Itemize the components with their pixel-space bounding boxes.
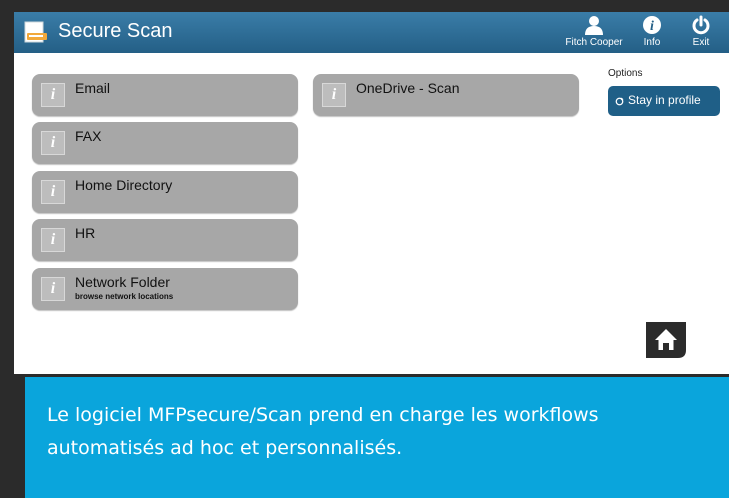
- workflow-label: Email: [75, 80, 111, 96]
- info-badge-icon[interactable]: i: [41, 83, 65, 107]
- workflow-hr[interactable]: i HR: [32, 219, 298, 261]
- caption-text: Le logiciel MFPsecure/Scan prend en char…: [47, 404, 599, 459]
- device-frame: Secure Scan Fitch Cooper i Info Exit i E…: [0, 0, 729, 498]
- svg-text:i: i: [650, 19, 654, 34]
- workflow-label: FAX: [75, 128, 102, 144]
- workflow-label: HR: [75, 225, 96, 241]
- workflow-label: OneDrive - Scan: [356, 80, 460, 96]
- app-title: Secure Scan: [58, 20, 173, 42]
- info-icon: i: [643, 16, 661, 34]
- user-button[interactable]: Fitch Cooper: [564, 15, 624, 51]
- touch-screen: Secure Scan Fitch Cooper i Info Exit i E…: [14, 12, 729, 374]
- workflow-email[interactable]: i Email: [32, 74, 298, 116]
- title-bar: Secure Scan Fitch Cooper i Info Exit: [14, 12, 729, 53]
- workflow-network-folder[interactable]: i Network Folder browse network location…: [32, 268, 298, 310]
- info-badge-icon[interactable]: i: [322, 83, 346, 107]
- exit-label: Exit: [692, 37, 710, 48]
- workflow-label: Network Folder: [75, 274, 170, 290]
- workflow-label: Home Directory: [75, 177, 173, 193]
- info-badge-icon[interactable]: i: [41, 228, 65, 252]
- power-icon: [692, 15, 710, 35]
- workflow-sublabel: browse network locations: [75, 292, 174, 301]
- exit-button[interactable]: Exit: [686, 15, 716, 51]
- info-badge-icon[interactable]: i: [41, 277, 65, 301]
- user-icon: [585, 16, 603, 35]
- workflow-fax[interactable]: i FAX: [32, 122, 298, 164]
- workflow-home-directory[interactable]: i Home Directory: [32, 171, 298, 213]
- caption-banner: Le logiciel MFPsecure/Scan prend en char…: [25, 377, 729, 498]
- stay-in-profile-button[interactable]: Stay in profile: [608, 86, 720, 116]
- scanner-icon: [24, 21, 47, 43]
- info-label: Info: [643, 37, 661, 48]
- refresh-icon: [615, 97, 624, 106]
- home-icon[interactable]: [644, 320, 688, 360]
- info-button[interactable]: i Info: [637, 15, 667, 51]
- workflow-onedrive-scan[interactable]: i OneDrive - Scan: [313, 74, 579, 116]
- stay-in-profile-label: Stay in profile: [628, 93, 701, 107]
- info-badge-icon[interactable]: i: [41, 131, 65, 155]
- options-heading: Options: [608, 68, 643, 79]
- user-name: Fitch Cooper: [565, 37, 623, 48]
- info-badge-icon[interactable]: i: [41, 180, 65, 204]
